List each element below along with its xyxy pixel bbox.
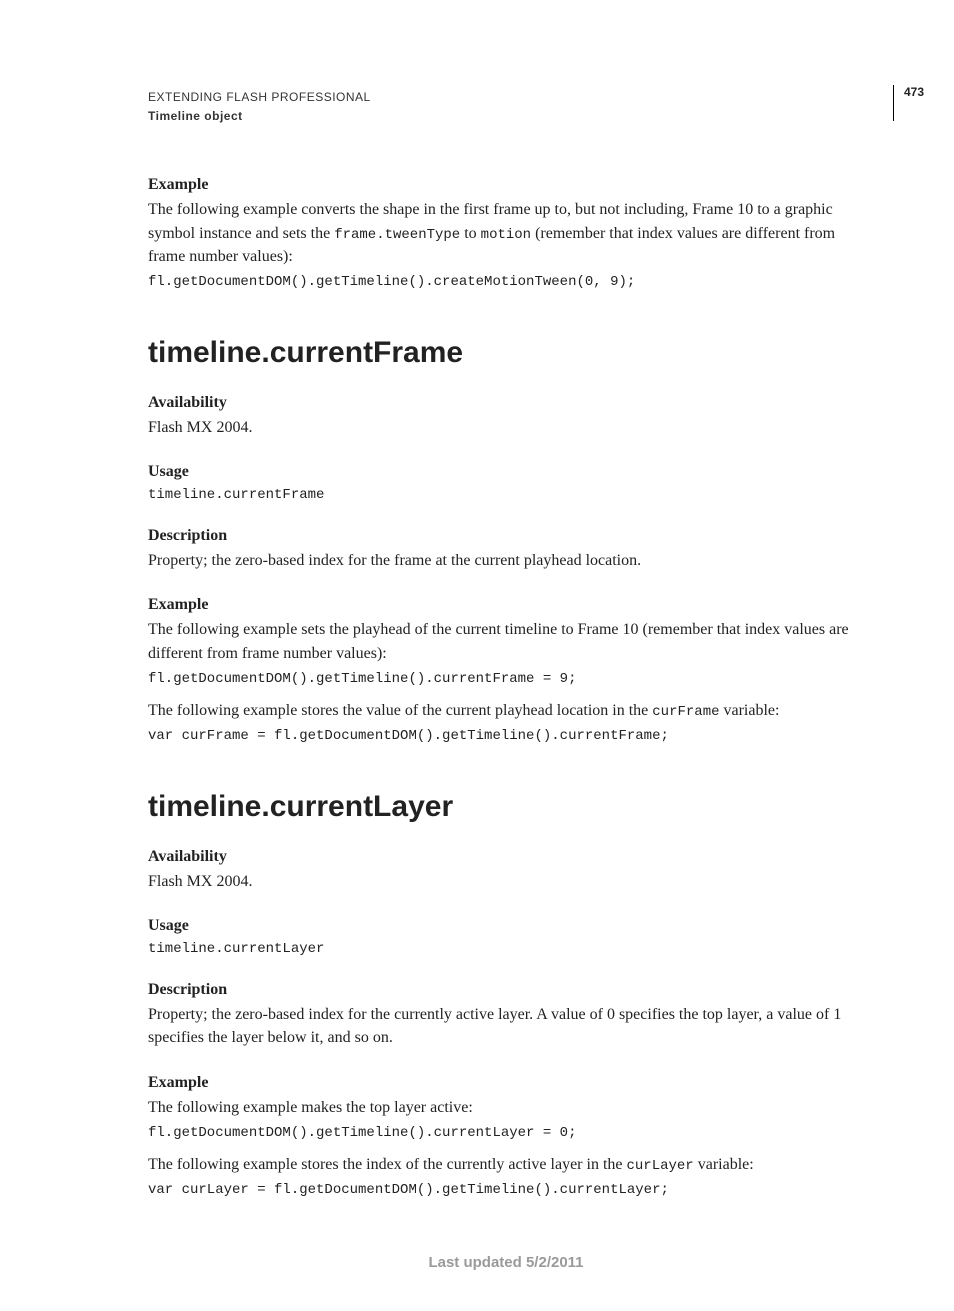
- page-header: EXTENDING FLASH PROFESSIONAL Timeline ob…: [148, 88, 864, 126]
- page-number: 473: [893, 85, 924, 121]
- section2-desc-heading: Description: [148, 981, 864, 999]
- section2-example-text1: The following example makes the top laye…: [148, 1096, 864, 1119]
- section-title: Timeline object: [148, 107, 864, 126]
- section1-code2: var curFrame = fl.getDocumentDOM().getTi…: [148, 728, 864, 744]
- intro-example-paragraph: The following example converts the shape…: [148, 198, 864, 268]
- section1-example-heading: Example: [148, 596, 864, 614]
- section2-text2a: The following example stores the index o…: [148, 1156, 627, 1173]
- intro-text-mid: to: [460, 225, 480, 242]
- section1-text2a: The following example stores the value o…: [148, 702, 652, 719]
- section2-avail-text: Flash MX 2004.: [148, 870, 864, 893]
- section2-usage-code: timeline.currentLayer: [148, 941, 864, 957]
- intro-code-block: fl.getDocumentDOM().getTimeline().create…: [148, 274, 864, 290]
- section1-code1: fl.getDocumentDOM().getTimeline().curren…: [148, 671, 864, 687]
- section1-text2code: curFrame: [652, 704, 719, 720]
- section1-desc-text: Property; the zero-based index for the f…: [148, 549, 864, 572]
- section1-title: timeline.currentFrame: [148, 336, 864, 370]
- intro-code-a: frame.tweenType: [334, 227, 460, 243]
- section2-example-text2: The following example stores the index o…: [148, 1153, 864, 1176]
- section1-example-text1: The following example sets the playhead …: [148, 618, 864, 664]
- section1-text2b: variable:: [720, 702, 780, 719]
- section2-desc-text: Property; the zero-based index for the c…: [148, 1003, 864, 1049]
- section2-example-heading: Example: [148, 1074, 864, 1092]
- section2-text2code: curLayer: [627, 1158, 694, 1174]
- intro-code-b: motion: [481, 227, 531, 243]
- page-footer: Last updated 5/2/2011: [148, 1254, 864, 1271]
- section2-text2b: variable:: [694, 1156, 754, 1173]
- section1-avail-text: Flash MX 2004.: [148, 416, 864, 439]
- chapter-title: EXTENDING FLASH PROFESSIONAL: [148, 88, 864, 107]
- header-left: EXTENDING FLASH PROFESSIONAL Timeline ob…: [148, 88, 864, 126]
- section2-code2: var curLayer = fl.getDocumentDOM().getTi…: [148, 1182, 864, 1198]
- section1-avail-heading: Availability: [148, 394, 864, 412]
- section1-usage-code: timeline.currentFrame: [148, 487, 864, 503]
- section2-title: timeline.currentLayer: [148, 790, 864, 824]
- section2-avail-heading: Availability: [148, 848, 864, 866]
- section2-code1: fl.getDocumentDOM().getTimeline().curren…: [148, 1125, 864, 1141]
- section1-example-text2: The following example stores the value o…: [148, 699, 864, 722]
- section1-desc-heading: Description: [148, 527, 864, 545]
- page-container: EXTENDING FLASH PROFESSIONAL Timeline ob…: [0, 0, 954, 1311]
- intro-example-heading: Example: [148, 176, 864, 194]
- section2-usage-heading: Usage: [148, 917, 864, 935]
- section1-usage-heading: Usage: [148, 463, 864, 481]
